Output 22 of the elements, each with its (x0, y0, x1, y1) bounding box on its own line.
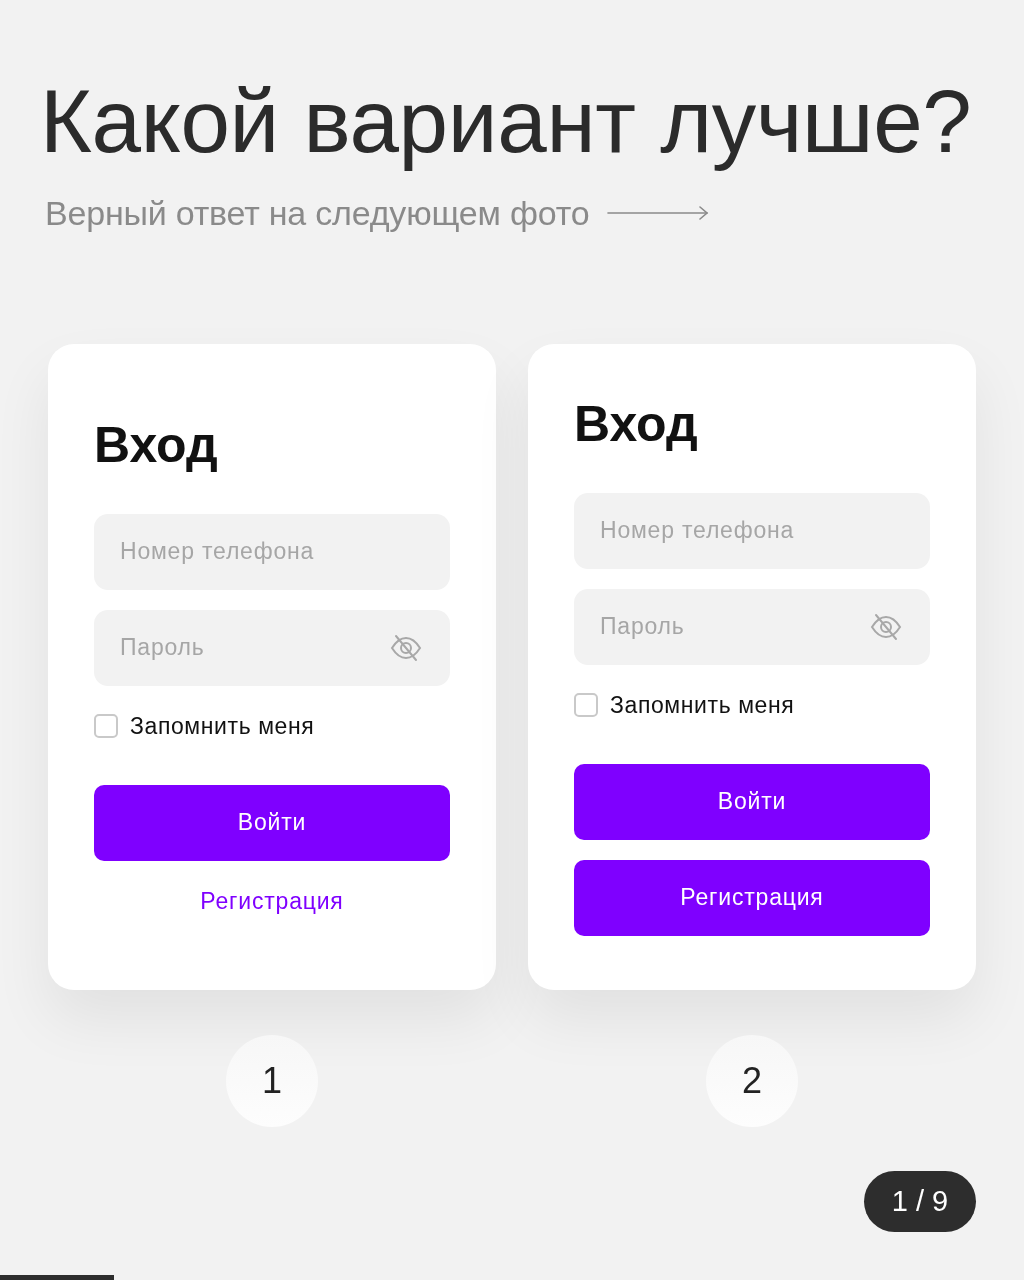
password-field[interactable]: Пароль (94, 609, 450, 686)
checkbox[interactable] (94, 713, 118, 738)
card-title: Вход (574, 398, 698, 449)
long-arrow-icon (607, 206, 710, 220)
register-link[interactable]: Регистрация (200, 886, 344, 915)
password-field[interactable]: Пароль (574, 588, 930, 665)
page-subtitle: Верный ответ на следующем фото (45, 193, 590, 233)
card-title: Вход (94, 419, 218, 470)
variant-number: 1 (226, 1035, 318, 1127)
remember-me-label: Запомнить меня (610, 691, 795, 718)
phone-field[interactable]: Номер телефона (574, 492, 930, 569)
eye-off-icon[interactable] (390, 633, 422, 662)
register-button[interactable]: Регистрация (574, 859, 930, 936)
login-button[interactable]: Войти (574, 763, 930, 840)
eye-off-icon[interactable] (870, 612, 902, 641)
page-counter: 1 / 9 (864, 1171, 976, 1232)
variant-number: 2 (706, 1035, 798, 1127)
checkbox[interactable] (574, 692, 598, 717)
remember-me-label: Запомнить меня (130, 712, 315, 739)
page-title: Какой вариант лучше? (40, 71, 973, 171)
login-button[interactable]: Войти (94, 784, 450, 861)
phone-field[interactable]: Номер телефона (94, 513, 450, 590)
